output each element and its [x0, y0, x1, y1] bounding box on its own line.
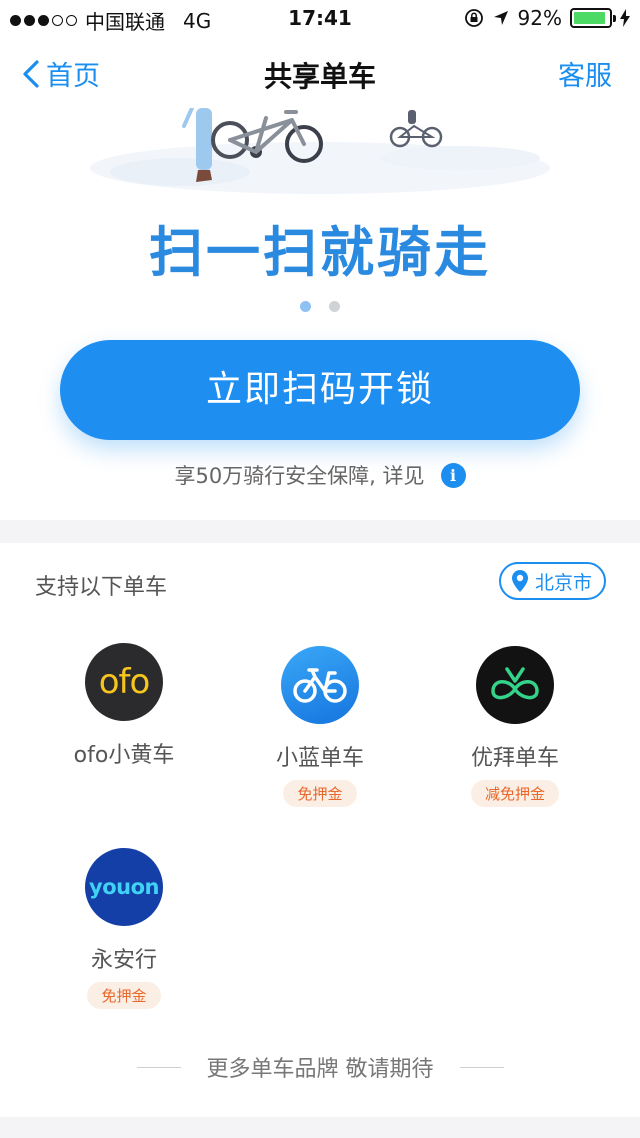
brand-name: 永安行	[90, 948, 157, 973]
divider	[459, 1066, 504, 1068]
customer-service-button[interactable]: 客服	[558, 54, 612, 93]
section-title: 支持以下单车	[35, 575, 168, 600]
nav-bar: 首页 共享单车 客服	[0, 38, 640, 108]
info-icon[interactable]: i	[440, 462, 466, 488]
deposit-free-badge: 免押金	[87, 982, 161, 1009]
bluegogo-bike-icon	[293, 668, 347, 703]
more-brands-text: 更多单车品牌 敬请期待	[206, 1057, 434, 1082]
youon-logo: youon	[85, 848, 163, 926]
pager-dot[interactable]	[300, 301, 311, 312]
brand-youon[interactable]: youon 永安行 免押金	[26, 848, 222, 1009]
brand-name: ofo小黄车	[73, 743, 175, 768]
supported-bikes-section: 支持以下单车 北京市 ofo ofo小黄车 小蓝单车 免押金 优拜单车 减免押金…	[0, 543, 640, 1117]
page-title: 共享单车	[263, 60, 376, 93]
location-pin-icon	[511, 570, 528, 592]
banner-pager	[0, 301, 640, 312]
insurance-text: 享50万骑行安全保障, 详见	[174, 464, 425, 488]
battery-icon	[570, 8, 616, 28]
brand-name: 小蓝单车	[275, 746, 364, 771]
status-right: 92%	[464, 6, 630, 30]
city-selector[interactable]: 北京市	[498, 562, 606, 600]
rotation-lock-icon	[464, 9, 483, 27]
bluegogo-logo	[281, 646, 359, 724]
city-label: 北京市	[534, 571, 592, 594]
ofo-logo: ofo	[85, 643, 163, 721]
charging-icon	[620, 9, 630, 27]
divider	[136, 1066, 181, 1068]
slogan: 扫一扫就骑走	[149, 221, 491, 284]
battery-percent: 92%	[517, 6, 562, 30]
hero-banner: 扫一扫就骑走 立即扫码开锁 享50万骑行安全保障, 详见 i	[0, 108, 640, 520]
more-brands-note: 更多单车品牌 敬请期待	[0, 1051, 640, 1083]
shared-bike-page: 中国联通 4G 17:41 92% 首页 共享单车 客服 扫一扫就骑走 立即扫码…	[0, 0, 640, 1138]
insurance-note: 享50万骑行安全保障, 详见 i	[0, 460, 640, 490]
status-bar: 中国联通 4G 17:41 92%	[0, 0, 640, 38]
deposit-free-badge: 免押金	[283, 780, 357, 807]
scan-unlock-button[interactable]: 立即扫码开锁	[60, 340, 580, 440]
ubike-infinity-icon	[491, 667, 539, 700]
brand-ubike[interactable]: 优拜单车 减免押金	[417, 646, 613, 807]
brand-bluegogo[interactable]: 小蓝单车 免押金	[222, 646, 418, 807]
brand-name: 优拜单车	[470, 746, 559, 771]
deposit-reduced-badge: 减免押金	[470, 780, 559, 807]
pager-dot[interactable]	[329, 301, 340, 312]
brand-ofo[interactable]: ofo ofo小黄车	[26, 643, 222, 769]
ubike-logo	[476, 646, 554, 724]
bike-illustration[interactable]	[80, 108, 560, 198]
location-arrow-icon	[493, 11, 508, 25]
